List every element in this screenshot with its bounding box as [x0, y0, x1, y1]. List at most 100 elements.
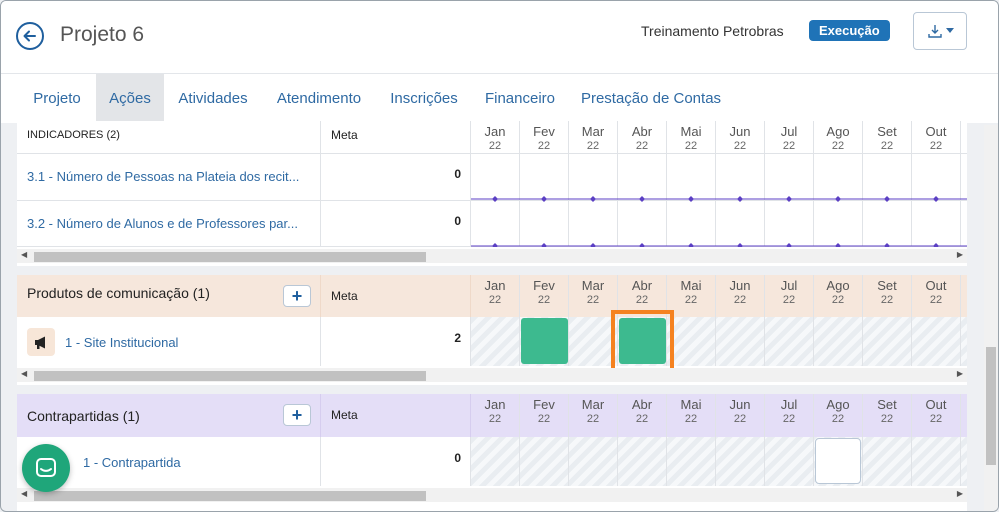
sparkline-point [884, 196, 890, 202]
produto-meta-value: 2 [454, 331, 461, 345]
month-label: Jun [729, 397, 751, 412]
month-label: Fev [533, 124, 555, 139]
month-header-mar: Mar 22 [569, 121, 618, 153]
month-cell[interactable] [569, 317, 618, 366]
page-header: Projeto 6 Treinamento Petrobras Execução [1, 1, 998, 73]
horizontal-scrollbar[interactable]: ◀ ▶ [17, 368, 967, 382]
month-label: Fev [533, 278, 555, 293]
tab-projeto[interactable]: Projeto [23, 74, 91, 124]
chat-button[interactable] [22, 444, 70, 492]
produto-filled-fev[interactable] [521, 318, 568, 364]
scrollbar-thumb[interactable] [34, 371, 426, 381]
month-cell[interactable] [863, 437, 912, 486]
indicator-sparklines [471, 196, 967, 247]
add-contrapartida-button[interactable]: + [283, 404, 311, 426]
month-cell[interactable] [471, 437, 520, 486]
month-cell[interactable] [716, 317, 765, 366]
month-label: Mar [581, 278, 605, 293]
month-cell[interactable] [814, 317, 863, 366]
indicator-link-3-2[interactable]: 3.2 - Número de Alunos e de Professores … [27, 216, 298, 231]
month-cell[interactable] [765, 437, 814, 486]
month-label: Set [877, 397, 897, 412]
month-cell[interactable] [667, 437, 716, 486]
sparkline-point [688, 243, 694, 247]
year-label: 22 [929, 294, 943, 306]
tab-acoes[interactable]: Ações [96, 74, 164, 124]
back-button[interactable] [16, 22, 44, 50]
month-header-ago: Ago 22 [814, 121, 863, 153]
status-badge: Execução [809, 20, 890, 41]
scroll-right-icon[interactable]: ▶ [957, 489, 963, 498]
sparkline-point [590, 243, 596, 247]
contrapartida-empty-slot[interactable] [815, 438, 861, 484]
sparkline-point [492, 243, 498, 247]
tab-atendimento[interactable]: Atendimento [267, 74, 371, 124]
year-label: 22 [831, 294, 845, 306]
scroll-right-icon[interactable]: ▶ [957, 369, 963, 378]
vertical-scrollbar-thumb[interactable] [986, 347, 996, 465]
year-label: 22 [586, 294, 600, 306]
scroll-left-icon[interactable]: ◀ [21, 250, 27, 259]
tab-prestacao-de-contas[interactable]: Prestação de Contas [575, 74, 727, 124]
produto-row: 1 - Site Institucional 2 [17, 310, 967, 372]
caret-down-icon [945, 28, 954, 33]
indicadores-section: INDICADORES (2) Meta Jan 22 Fev 22 Mar 22 Abr 2… [17, 121, 967, 266]
contrapartida-link[interactable]: 1 - Contrapartida [83, 455, 181, 470]
month-label: Out [925, 397, 947, 412]
month-cell[interactable] [765, 317, 814, 366]
sparkline-point [786, 196, 792, 202]
month-header-jul: Jul 22 [765, 394, 814, 437]
year-label: 22 [684, 140, 698, 152]
horizontal-scrollbar[interactable]: ◀ ▶ [17, 249, 967, 263]
year-label: 22 [831, 140, 845, 152]
month-label: Mai [680, 124, 702, 139]
year-label: 22 [537, 413, 551, 425]
scroll-left-icon[interactable]: ◀ [21, 489, 27, 498]
year-label: 22 [733, 294, 747, 306]
indicator-meta-value: 0 [454, 167, 461, 181]
horizontal-scrollbar[interactable]: ◀ ▶ [17, 488, 967, 502]
month-header-mai: Mai 22 [667, 275, 716, 317]
month-header-ago: Ago 22 [814, 275, 863, 317]
indicator-link-3-1[interactable]: 3.1 - Número de Pessoas na Plateia dos r… [27, 169, 299, 184]
month-header-jun: Jun 22 [716, 121, 765, 153]
year-label: 22 [929, 413, 943, 425]
vertical-scrollbar[interactable] [984, 125, 998, 511]
export-dropdown-button[interactable] [913, 12, 967, 50]
month-cell[interactable] [667, 317, 716, 366]
month-cell[interactable] [863, 317, 912, 366]
add-produto-button[interactable]: + [283, 285, 311, 307]
month-cell[interactable] [520, 437, 569, 486]
sparkline-point [590, 196, 596, 202]
month-label: Jul [780, 124, 798, 139]
scrollbar-thumb[interactable] [34, 252, 426, 262]
month-label: Mai [680, 278, 702, 293]
sparkline-point [639, 243, 645, 247]
month-cell[interactable] [618, 437, 667, 486]
meta-column-header: Meta [331, 408, 358, 422]
tab-inscricoes[interactable]: Inscrições [383, 74, 465, 124]
month-label: Ago [826, 397, 850, 412]
year-label: 22 [733, 140, 747, 152]
month-cell[interactable] [716, 437, 765, 486]
month-cell[interactable] [912, 317, 961, 366]
sparkline-point [541, 196, 547, 202]
month-label: Abr [631, 278, 653, 293]
month-cell[interactable] [912, 437, 961, 486]
scrollbar-thumb[interactable] [34, 491, 426, 501]
indicadores-header-row: INDICADORES (2) Meta Jan 22 Fev 22 Mar 22 Abr 2… [17, 121, 967, 154]
year-label: 22 [880, 140, 894, 152]
month-cell[interactable] [471, 317, 520, 366]
produto-filled-abr[interactable] [619, 318, 666, 364]
contrapartida-meta-value: 0 [454, 451, 461, 465]
produto-link[interactable]: 1 - Site Institucional [65, 335, 178, 350]
scroll-left-icon[interactable]: ◀ [21, 369, 27, 378]
produtos-header-row: Produtos de comunicação (1) + Meta Jan 22… [17, 275, 967, 317]
month-header-fev: Fev 22 [520, 394, 569, 437]
scroll-right-icon[interactable]: ▶ [957, 250, 963, 259]
month-cell[interactable] [569, 437, 618, 486]
tab-atividades[interactable]: Atividades [171, 74, 255, 124]
indicadores-header: INDICADORES (2) [27, 129, 120, 141]
month-label: Ago [826, 278, 850, 293]
tab-financeiro[interactable]: Financeiro [477, 74, 563, 124]
